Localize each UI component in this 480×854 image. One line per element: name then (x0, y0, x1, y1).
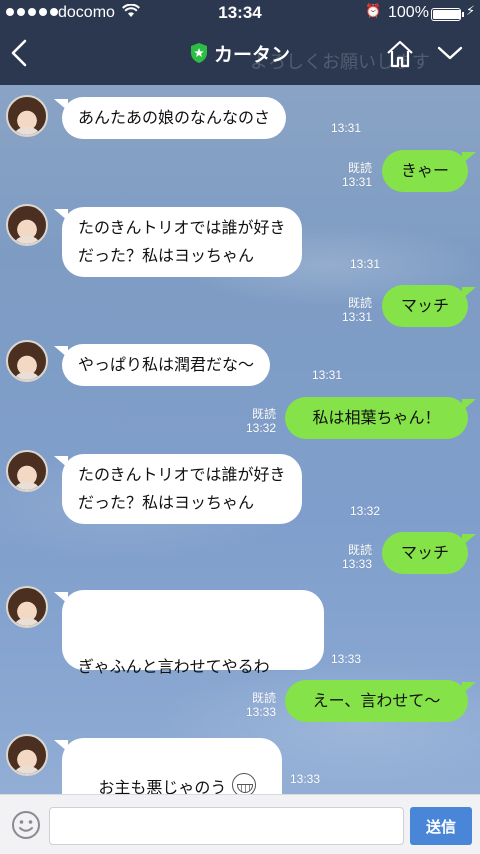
message-time: 13:32 (245, 421, 276, 435)
chevron-down-icon[interactable] (436, 42, 464, 64)
charging-icon: ⚡ (466, 4, 476, 19)
received-message-bubble[interactable]: あんたあの娘のなんなのさ (53, 97, 287, 139)
sent-message-bubble[interactable]: 私は相葉ちゃん！ (285, 397, 476, 439)
message-time: 13:33 (331, 652, 362, 666)
send-button[interactable]: 送信 (410, 807, 472, 845)
status-bar: docomo 13:34 ⏰ 100% ⚡ (0, 0, 480, 28)
emoji-icon[interactable] (10, 809, 42, 841)
chat-header: よろしくお願いします カータン (0, 28, 480, 85)
home-icon[interactable] (385, 40, 415, 68)
message-time: 13:33 (290, 772, 321, 786)
message-input[interactable] (49, 807, 404, 845)
battery-percentage: 100% (388, 4, 429, 21)
message-input-bar: 送信 (0, 794, 480, 854)
message-time: 13:33 (341, 557, 372, 571)
read-receipt: 既読 (251, 407, 276, 421)
received-message-bubble[interactable]: やっぱり私は潤君だな〜 (53, 344, 271, 386)
sent-message-bubble[interactable]: きゃー (382, 150, 476, 192)
avatar[interactable] (6, 734, 48, 776)
received-message-bubble[interactable]: たのきんトリオでは誰が好き だった？私はヨッちゃん (54, 454, 302, 524)
contact-name: カータン (213, 44, 290, 66)
shield-star-icon (190, 42, 208, 64)
message-time: 13:31 (312, 368, 343, 382)
message-time: 13:33 (245, 705, 276, 719)
read-receipt: 既読 (347, 296, 372, 310)
message-time: 13:31 (331, 121, 362, 135)
read-receipt: 既読 (347, 161, 372, 175)
read-receipt: 既読 (347, 543, 372, 557)
received-message-bubble[interactable]: たのきんトリオでは誰が好き だった？私はヨッちゃん (54, 207, 302, 277)
sent-message-bubble[interactable]: マッチ (382, 285, 476, 327)
avatar[interactable] (6, 586, 48, 628)
avatar[interactable] (6, 450, 48, 492)
battery-icon (431, 8, 461, 21)
top-bar: docomo 13:34 ⏰ 100% ⚡ よろしくお願いします カータン (0, 0, 480, 85)
message-text: ぎゃふんと言わせてやるわ (78, 657, 270, 676)
avatar[interactable] (6, 95, 48, 137)
message-time: 13:32 (350, 504, 381, 518)
sent-message-bubble[interactable]: えー、言わせて〜 (285, 680, 476, 722)
received-message-bubble[interactable]: ぎゃふんと言わせてやるわ (54, 590, 324, 768)
sent-message-bubble[interactable]: マッチ (382, 532, 476, 574)
message-time: 13:31 (341, 175, 372, 189)
avatar[interactable] (6, 340, 48, 382)
battery-fill (433, 10, 461, 19)
read-receipt: 既読 (251, 691, 276, 705)
message-time: 13:31 (350, 257, 381, 271)
alarm-icon: ⏰ (365, 4, 382, 19)
message-time: 13:31 (341, 310, 372, 324)
avatar[interactable] (6, 204, 48, 246)
